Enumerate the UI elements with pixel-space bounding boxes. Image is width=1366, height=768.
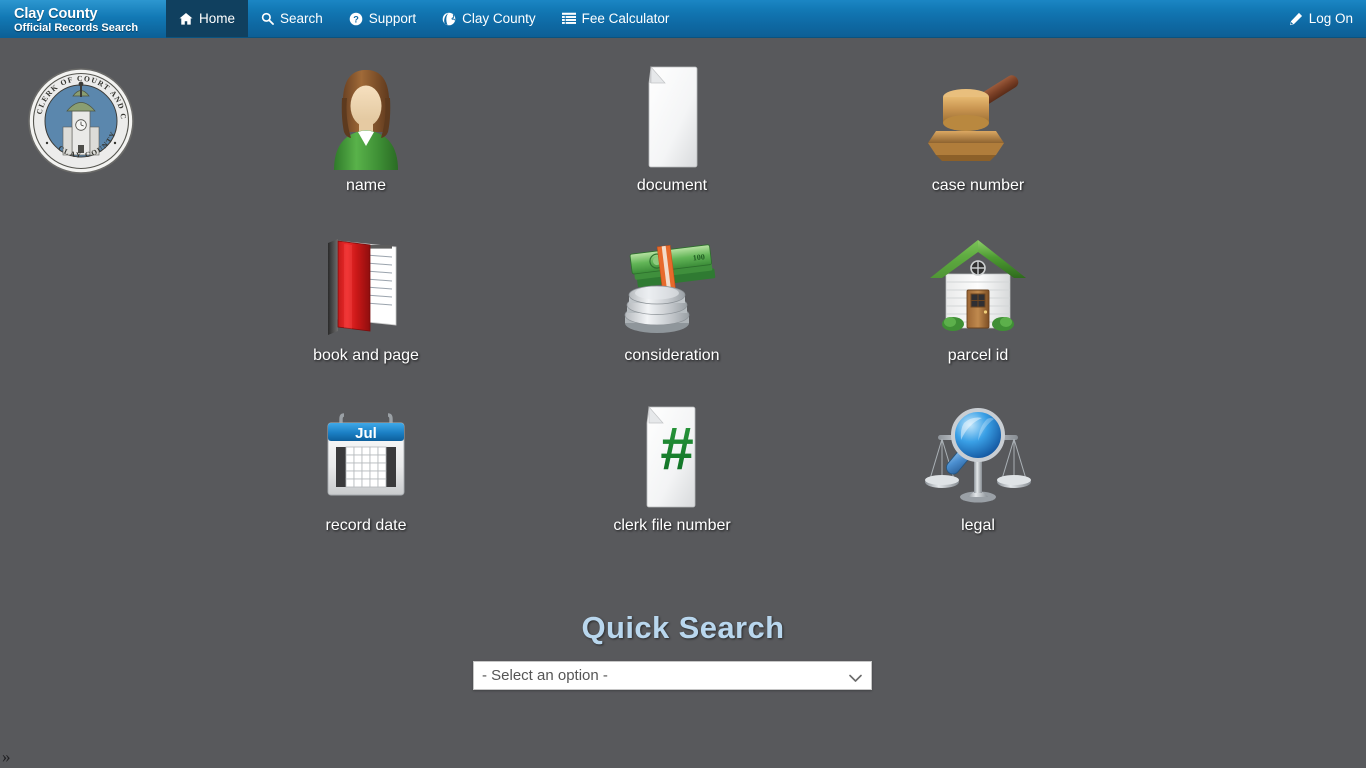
document-icon [633, 60, 711, 174]
top-navigation-bar: Clay County Official Records Search Home… [0, 0, 1366, 38]
search-options-row: book and page 100 consideration parcel i… [213, 230, 1133, 400]
search-option-consideration[interactable]: 100 consideration [519, 230, 825, 400]
nav-item-clay-county[interactable]: Clay County [429, 0, 549, 37]
search-option-document[interactable]: document [519, 60, 825, 230]
person-icon [328, 60, 404, 174]
search-option-label: document [636, 177, 708, 194]
nav-right-group: Log On [1276, 0, 1366, 37]
search-option-parcel-id[interactable]: parcel id [825, 230, 1131, 400]
search-option-label: book and page [313, 347, 419, 364]
nav-item-search[interactable]: Search [248, 0, 336, 37]
nav-item-fee-calculator[interactable]: Fee Calculator [549, 0, 683, 37]
clay-county-clerk-seal: CLERK OF COURT AND COMPTROLLER CLAY COUN… [27, 67, 135, 175]
search-option-label: case number [931, 177, 1025, 194]
search-icon [261, 12, 274, 25]
nav-item-search-label: Search [280, 11, 323, 26]
question-circle-icon: ? [349, 12, 363, 26]
search-option-label: clerk file number [613, 517, 731, 534]
nav-item-support[interactable]: ? Support [336, 0, 429, 37]
log-on-label: Log On [1308, 11, 1353, 26]
search-options-row: Jul record date # clerk file number lega… [213, 400, 1133, 570]
nav-item-home[interactable]: Home [166, 0, 249, 37]
brand-subtitle: Official Records Search [14, 21, 139, 34]
quick-search-select[interactable]: - Select an option - [473, 661, 872, 690]
search-options-grid: name document case number book and page … [213, 60, 1133, 570]
svg-text:?: ? [353, 14, 359, 24]
search-option-label: parcel id [947, 347, 1009, 364]
nav-item-support-label: Support [368, 11, 417, 26]
search-option-label: consideration [624, 347, 720, 364]
search-option-label: name [345, 177, 387, 194]
search-option-name[interactable]: name [213, 60, 519, 230]
expand-chevron-button[interactable]: » [2, 748, 11, 765]
nav-item-clay-county-label: Clay County [462, 11, 536, 26]
hash-document-icon: # [633, 400, 711, 514]
search-option-label: record date [325, 517, 407, 534]
money-icon: 100 [617, 230, 727, 344]
gavel-icon [926, 60, 1030, 174]
scales-magnifier-icon [924, 400, 1032, 514]
globe-icon [442, 12, 456, 26]
list-icon [561, 12, 576, 25]
log-on-button[interactable]: Log On [1276, 0, 1366, 37]
home-icon [179, 12, 193, 26]
brand-title: Clay County [14, 5, 98, 22]
search-option-case-number[interactable]: case number [825, 60, 1131, 230]
search-option-record-date[interactable]: Jul record date [213, 400, 519, 570]
main-content: CLERK OF COURT AND COMPTROLLER CLAY COUN… [0, 38, 1366, 768]
search-options-row: name document case number [213, 60, 1133, 230]
search-option-clerk-file-number[interactable]: # clerk file number [519, 400, 825, 570]
search-option-legal[interactable]: legal [825, 400, 1131, 570]
svg-text:#: # [660, 415, 693, 482]
search-option-label: legal [961, 517, 995, 534]
nav-item-fee-calculator-label: Fee Calculator [581, 11, 670, 26]
pencil-icon [1289, 12, 1303, 26]
brand-logo[interactable]: Clay County Official Records Search [0, 0, 166, 38]
svg-text:100: 100 [692, 252, 705, 262]
nav-item-home-label: Home [199, 11, 236, 26]
calendar-icon: Jul [320, 400, 412, 514]
search-option-book-and-page[interactable]: book and page [213, 230, 519, 400]
quick-search-select-wrapper: - Select an option - [473, 661, 872, 690]
house-icon [926, 230, 1030, 344]
red-book-icon [320, 230, 412, 344]
quick-search-title: Quick Search [581, 610, 785, 645]
svg-text:Jul: Jul [355, 425, 377, 442]
nav-items: Home Search ? Support Clay County Fee Ca… [166, 0, 1276, 37]
